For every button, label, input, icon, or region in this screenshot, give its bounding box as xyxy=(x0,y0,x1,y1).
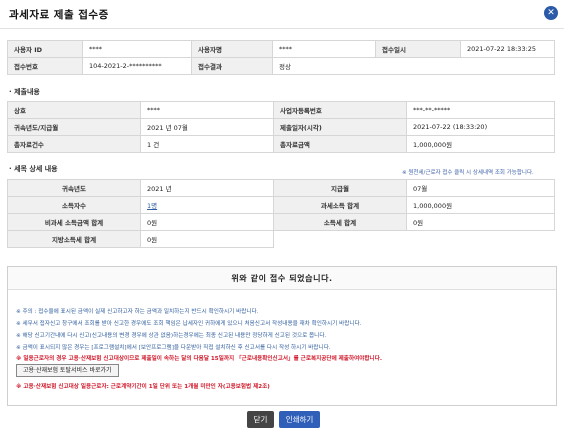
local-tax-total-value: 0원 xyxy=(140,230,274,248)
submit-datetime-label: 제출일자(시각) xyxy=(273,118,407,136)
taxable-total-value: 1,000,000원 xyxy=(406,196,555,214)
close-icon[interactable]: ✕ xyxy=(544,6,558,20)
nontaxable-total-label: 비과세 소득금액 합계 xyxy=(7,213,141,231)
business-number-value: ***-**-***** xyxy=(406,101,555,119)
submit-datetime-value: 2021-07-22 (18:33:20) xyxy=(406,118,555,136)
receipt-number-value: 104-2021-2-********** xyxy=(82,57,192,75)
earners-link[interactable]: 1명 xyxy=(147,202,157,210)
tax-detail-section-label: 세목 상세 내용 xyxy=(14,165,58,173)
trade-name-label: 상호 xyxy=(7,101,141,119)
receipt-info-table: 사용자 ID **** 사용자명 **** 접수일시 2021-07-22 18… xyxy=(7,40,555,75)
user-name-label: 사용자명 xyxy=(191,40,273,58)
year-month-value: 2021 년 07월 xyxy=(140,118,274,136)
message-header: 위와 같이 접수 되었습니다. xyxy=(8,267,556,290)
print-button[interactable]: 인쇄하기 xyxy=(279,411,320,428)
submission-table: 상호 **** 사업자등록번호 ***-**-***** 귀속년도/지급월 20… xyxy=(7,101,555,153)
receipt-number-label: 접수번호 xyxy=(7,57,83,75)
tax-detail-section-title: · 세목 상세 내용 xyxy=(9,165,58,173)
empty-cell xyxy=(273,230,555,248)
taxable-total-label: 과세소득 합계 xyxy=(273,196,407,214)
total-count-value: 1 건 xyxy=(140,135,274,153)
window-title: 과세자료 제출 접수증 xyxy=(9,9,109,21)
receipt-result-value: 정상 xyxy=(272,57,555,75)
message-line-2: ※ 세무서 접자신고 창구에서 조회를 받아 신고한 경우에도 조회 책임은 납… xyxy=(16,321,362,327)
message-line-3: ※ 해당 신고기간내에 다시 신고(신고내용의 변경 경우에 상관 없음)하는경… xyxy=(16,333,327,339)
total-amount-value: 1,000,000원 xyxy=(406,135,555,153)
earners-label: 소득자수 xyxy=(7,196,141,214)
receipt-result-label: 접수결과 xyxy=(191,57,273,75)
insurance-total-service-button[interactable]: 고용·산재보험 토탈서비스 바로가기 xyxy=(16,364,119,377)
nontaxable-total-value: 0원 xyxy=(140,213,274,231)
receipt-datetime-value: 2021-07-22 18:33:25 xyxy=(460,40,555,58)
income-tax-total-label: 소득세 합계 xyxy=(273,213,407,231)
year-label: 귀속년도 xyxy=(7,179,141,197)
pay-month-value: 07월 xyxy=(406,179,555,197)
total-count-label: 총자료건수 xyxy=(7,135,141,153)
pay-month-label: 지급월 xyxy=(273,179,407,197)
year-month-label: 귀속년도/지급월 xyxy=(7,118,141,136)
message-headline: 위와 같이 접수 되었습니다. xyxy=(231,274,333,283)
local-tax-total-label: 지방소득세 합계 xyxy=(7,230,141,248)
year-value: 2021 년 xyxy=(140,179,274,197)
title-bar: 과세자료 제출 접수증 ✕ xyxy=(0,0,564,29)
business-number-label: 사업자등록번호 xyxy=(273,101,407,119)
tax-detail-note: ※ 원천세/근로자 접수 클릭 시 상세내역 조회 가능합니다. xyxy=(402,170,534,176)
message-warning-2: ※ 고용·산재보험 신고대상 일용근로자: 근로계약기간이 1일 단위 또는 1… xyxy=(16,384,270,390)
submission-section-label: 제출내용 xyxy=(14,88,40,96)
message-line-4: ※ 금액이 표시되지 않은 경우는 [프로그램설치]에서 [보안프로그램]을 다… xyxy=(16,345,331,351)
total-amount-label: 총자료금액 xyxy=(273,135,407,153)
earners-value[interactable]: 1명 xyxy=(140,196,274,214)
close-button[interactable]: 닫기 xyxy=(247,411,274,428)
message-line-1: ※ 주의 : 접수율에 표시된 금액이 실제 신고하고자 하는 금액과 일치하는… xyxy=(16,309,259,315)
tax-detail-table: 귀속년도 2021 년 지급월 07월 소득자수 1명 과세소득 합계 1,00… xyxy=(7,179,555,248)
user-id-label: 사용자 ID xyxy=(7,40,83,58)
trade-name-value: **** xyxy=(140,101,274,119)
user-id-value: **** xyxy=(82,40,192,58)
confirmation-message-box: 위와 같이 접수 되었습니다. ※ 주의 : 접수율에 표시된 금액이 실제 신… xyxy=(7,266,557,406)
user-name-value: **** xyxy=(272,40,376,58)
submission-section-title: · 제출내용 xyxy=(9,88,40,96)
income-tax-total-value: 0원 xyxy=(406,213,555,231)
message-warning-1: ※ 일용근로자의 경우 고용·산재보험 신고대상이므로 제출일이 속하는 달의 … xyxy=(16,356,382,362)
receipt-datetime-label: 접수일시 xyxy=(375,40,461,58)
